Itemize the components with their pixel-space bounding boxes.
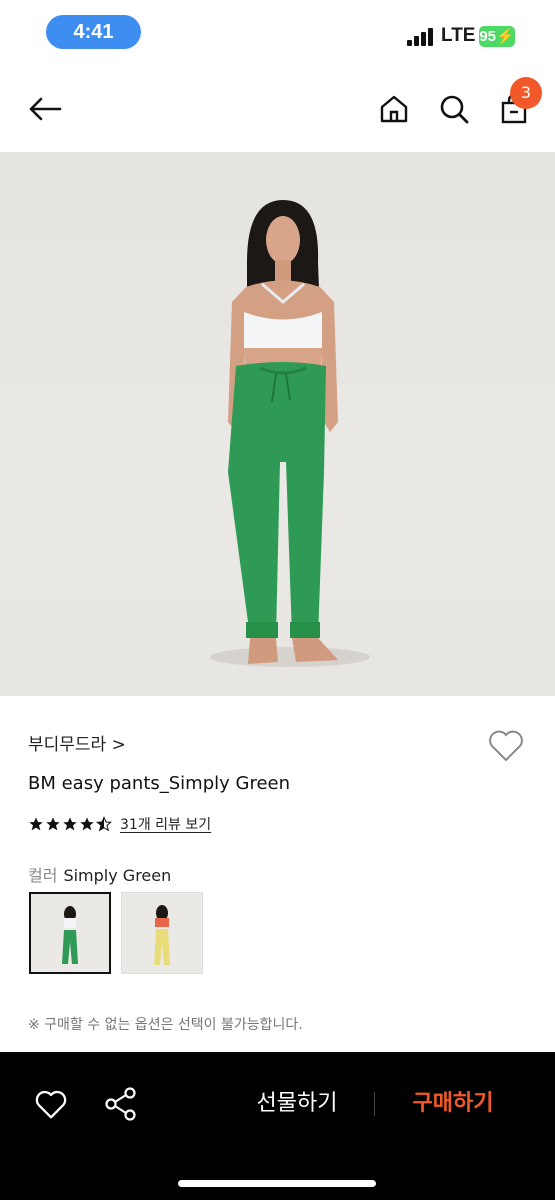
buy-button[interactable]: 구매하기 xyxy=(398,1086,508,1122)
star-icon xyxy=(46,817,60,831)
share-icon xyxy=(105,1087,136,1121)
swatch-thumbnail-green xyxy=(62,906,78,964)
swatch-thumbnail-yellow xyxy=(154,905,170,965)
top-navigation xyxy=(0,70,555,150)
bottom-wishlist-button[interactable] xyxy=(32,1085,70,1123)
color-swatch-green[interactable] xyxy=(29,892,111,974)
back-button[interactable] xyxy=(23,87,67,131)
wishlist-button[interactable] xyxy=(486,725,526,765)
brand-link[interactable]: 부디무드라 > xyxy=(28,730,126,755)
search-button[interactable] xyxy=(432,87,476,131)
battery-icon: 95⚡ xyxy=(479,26,515,47)
button-divider xyxy=(374,1092,375,1116)
half-star-icon xyxy=(96,816,112,832)
home-button[interactable] xyxy=(372,87,416,131)
product-name: BM easy pants_Simply Green xyxy=(28,773,291,794)
bottom-action-bar: 선물하기 구매하기 xyxy=(0,1052,555,1200)
share-button[interactable] xyxy=(102,1085,140,1123)
rating-row: 31개 리뷰 보기 xyxy=(28,813,211,835)
star-rating xyxy=(28,816,112,832)
gift-button[interactable]: 선물하기 xyxy=(242,1086,352,1122)
star-icon xyxy=(63,817,77,831)
network-type: LTE xyxy=(441,25,476,46)
signal-icon xyxy=(407,28,433,46)
cart-count-badge: 3 xyxy=(510,77,542,109)
heart-outline-icon xyxy=(489,730,523,762)
star-icon xyxy=(80,817,94,831)
color-label: 컬러 xyxy=(28,866,58,885)
battery-level: 95 xyxy=(479,28,496,45)
heart-icon xyxy=(35,1090,67,1119)
search-icon xyxy=(440,95,469,124)
model-figure xyxy=(210,200,370,667)
back-arrow-icon xyxy=(29,97,62,121)
charging-icon: ⚡ xyxy=(496,28,515,45)
home-icon xyxy=(380,95,408,123)
star-icon xyxy=(29,817,43,831)
review-link[interactable]: 31개 리뷰 보기 xyxy=(120,814,211,834)
status-bar: 4:41 LTE 95⚡ xyxy=(0,0,555,60)
home-indicator xyxy=(178,1180,376,1187)
option-notice: ※ 구매할 수 없는 옵션은 선택이 불가능합니다. xyxy=(28,1017,303,1033)
product-image[interactable] xyxy=(0,152,555,696)
status-time: 4:41 xyxy=(46,15,141,49)
color-swatch-yellow[interactable] xyxy=(121,892,203,974)
color-option-label: 컬러 Simply Green xyxy=(28,862,171,886)
color-value: Simply Green xyxy=(63,866,172,885)
